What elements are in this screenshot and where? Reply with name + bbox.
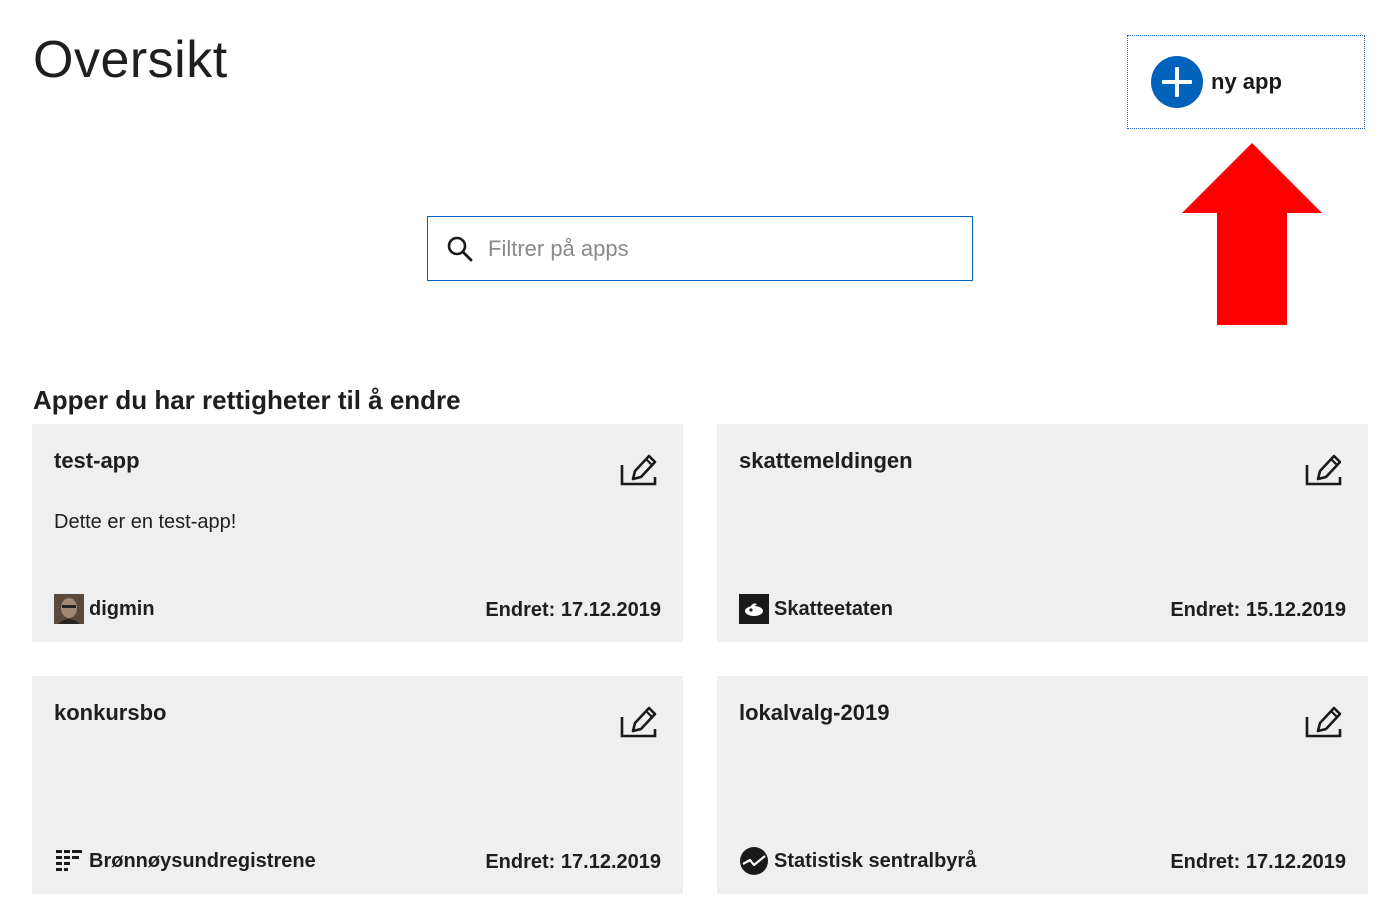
search-icon xyxy=(447,236,473,261)
app-card-owner-name: Skatteetaten xyxy=(774,597,893,620)
section-heading: Apper du har rettigheter til å endre xyxy=(33,385,461,415)
app-card-description: Dette er en test-app! xyxy=(54,511,237,533)
app-card-title: konkursbo xyxy=(54,700,167,725)
app-card-changed-date: Endret: 17.12.2019 xyxy=(1170,851,1346,873)
app-card-skattemeldingen[interactable]: skattemeldingen Skatteetaten Endret: 15.… xyxy=(717,424,1368,642)
edit-icon[interactable] xyxy=(1304,703,1344,739)
search-field[interactable] xyxy=(427,216,973,281)
app-card-owner-name: Brønnøysundregistrene xyxy=(89,849,316,872)
edit-icon[interactable] xyxy=(619,703,659,739)
ssb-logo-icon xyxy=(740,847,768,875)
new-app-label: ny app xyxy=(1211,69,1282,94)
app-card-test-app[interactable]: test-app Dette er en test-app! digmin En… xyxy=(32,424,683,642)
app-card-changed-date: Endret: 17.12.2019 xyxy=(485,851,661,873)
app-card-owner: Brønnøysundregistrene xyxy=(54,846,316,876)
app-card-owner: digmin xyxy=(54,594,155,624)
app-card-changed-date: Endret: 15.12.2019 xyxy=(1170,599,1346,621)
app-card-owner-name: digmin xyxy=(89,597,155,620)
user-avatar-icon xyxy=(54,594,84,624)
app-card-owner-name: Statistisk sentralbyrå xyxy=(774,849,977,872)
app-card-title: test-app xyxy=(54,448,140,473)
app-overview-page: Oversikt ny app Apper du har rettigheter… xyxy=(0,0,1398,923)
red-arrow-annotation xyxy=(1182,143,1322,325)
app-card-lokalvalg-2019[interactable]: lokalvalg-2019 Statistisk sentralbyrå En… xyxy=(717,676,1368,894)
app-card-owner: Statistisk sentralbyrå xyxy=(739,846,976,876)
app-card-title: skattemeldingen xyxy=(739,448,913,473)
skatteetaten-logo-icon xyxy=(739,594,769,624)
edit-icon[interactable] xyxy=(1304,451,1344,487)
bronnoysund-logo-icon xyxy=(56,850,82,871)
app-card-konkursbo[interactable]: konkursbo Brønnøysundregistrene Endret: … xyxy=(32,676,683,894)
page-title: Oversikt xyxy=(33,31,228,89)
edit-icon[interactable] xyxy=(619,451,659,487)
plus-icon xyxy=(1151,56,1203,108)
app-card-title: lokalvalg-2019 xyxy=(739,700,890,725)
new-app-button[interactable]: ny app xyxy=(1127,35,1365,129)
app-card-owner: Skatteetaten xyxy=(739,594,893,624)
app-card-changed-date: Endret: 17.12.2019 xyxy=(485,599,661,621)
search-input[interactable] xyxy=(486,234,950,263)
